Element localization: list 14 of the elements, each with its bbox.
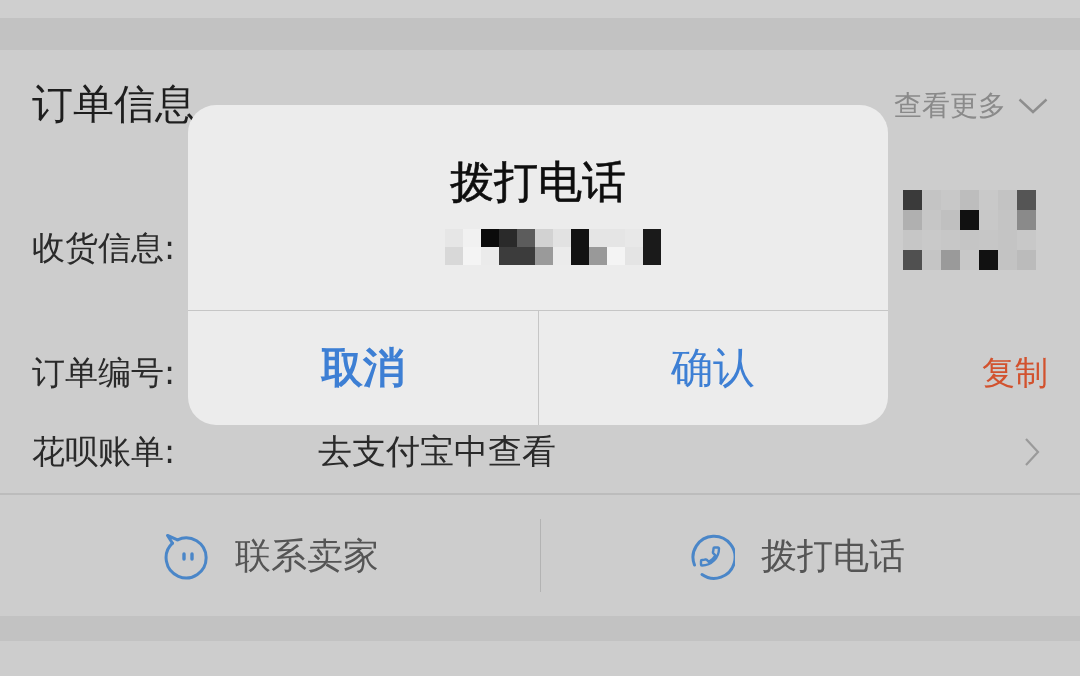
field-label: 花呗账单: xyxy=(32,431,176,472)
view-more-link[interactable]: 查看更多 xyxy=(894,90,1048,122)
call-button[interactable]: 拨打电话 xyxy=(686,531,905,580)
contact-button[interactable]: 联系卖家 xyxy=(161,531,379,580)
chevron-down-icon xyxy=(1018,98,1048,114)
chevron-right-icon[interactable] xyxy=(1024,436,1040,467)
copy-link[interactable]: 复制 xyxy=(982,352,1048,393)
section-title: 订单信息 xyxy=(32,80,196,130)
dialog-title: 拨打电话 xyxy=(450,157,626,207)
confirm-button[interactable]: 确认 xyxy=(537,311,888,425)
field-label: 订单编号: xyxy=(32,352,176,393)
field-value: 去支付宝中查看 xyxy=(318,431,556,472)
cancel-button[interactable]: 取消 xyxy=(188,311,538,425)
field-label: 收货信息: xyxy=(32,227,176,268)
